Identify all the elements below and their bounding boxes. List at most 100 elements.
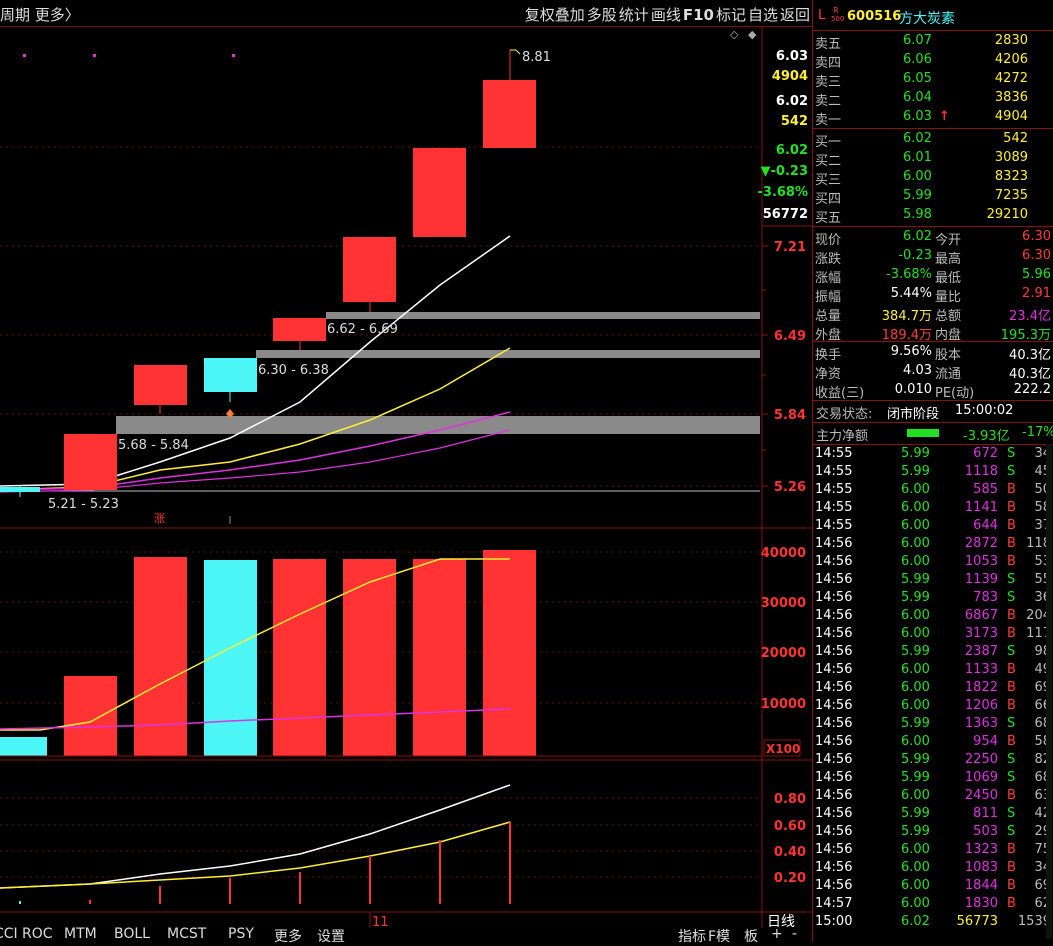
tab-psy[interactable]: PSY bbox=[228, 926, 254, 942]
rise-marker: 涨 bbox=[154, 512, 165, 525]
tick-time: 14:56 bbox=[815, 716, 853, 731]
volume-bar-2 bbox=[64, 676, 117, 756]
quote-value: 6.02 bbox=[903, 229, 932, 244]
corner-diamond-icon[interactable]: ◇ bbox=[730, 28, 739, 41]
toolbar-back-button[interactable]: 返回 bbox=[780, 6, 810, 24]
indicator-button[interactable]: 指标 bbox=[678, 926, 706, 946]
ask-row[interactable]: 卖四 6.06 4206 bbox=[813, 51, 1053, 71]
tab-boll[interactable]: BOLL bbox=[114, 926, 150, 942]
tick-volume: 1323 bbox=[964, 842, 998, 857]
main-flow-bar bbox=[907, 429, 939, 437]
tick-row: 14:56 6.00 1323 B 75 bbox=[813, 842, 1053, 860]
ask-label: 卖三 bbox=[815, 75, 842, 90]
toolbar-mark-button[interactable]: 标记 bbox=[716, 6, 746, 24]
quote-label: 量比 bbox=[935, 290, 962, 305]
toolbar-multi-button[interactable]: 多股 bbox=[587, 6, 617, 24]
template-button[interactable]: F模 bbox=[708, 926, 730, 946]
tick-time: 14:56 bbox=[815, 806, 853, 821]
tick-side: B bbox=[1007, 788, 1016, 803]
bid-row[interactable]: 买四 5.99 7235 bbox=[813, 187, 1053, 207]
quote-value: 2.91 bbox=[1022, 286, 1051, 301]
main-flow-value: -3.93亿 bbox=[963, 429, 1010, 444]
quote-label: 最低 bbox=[935, 271, 962, 286]
tick-scrollbar[interactable] bbox=[1046, 444, 1052, 939]
fundamental-value: 9.56% bbox=[890, 344, 932, 359]
ask-row[interactable]: 卖五 6.07 2830 bbox=[813, 32, 1053, 52]
tick-side: S bbox=[1007, 716, 1016, 731]
divider bbox=[813, 422, 1053, 423]
bid-row[interactable]: 买二 6.01 3089 bbox=[813, 149, 1053, 169]
toolbar-f10-button[interactable]: F10 bbox=[683, 6, 714, 24]
tab-roc[interactable]: ROC bbox=[22, 926, 53, 942]
board-button[interactable]: 板 bbox=[744, 926, 758, 946]
period-more-button[interactable]: 周期 更多〉 bbox=[0, 4, 80, 25]
volume-axis-label: 40000 bbox=[761, 546, 806, 561]
tab-settings[interactable]: 设置 bbox=[317, 926, 345, 946]
tick-row: 14:56 6.00 2872 B 118 bbox=[813, 536, 1053, 554]
toolbar-watchlist-button[interactable]: 自选 bbox=[748, 6, 778, 24]
bid-row[interactable]: 买三 6.00 8323 bbox=[813, 168, 1053, 188]
tick-time: 14:55 bbox=[815, 518, 853, 533]
tick-price: 6.00 bbox=[901, 662, 930, 677]
candle-8 bbox=[483, 80, 536, 148]
quote-value: 23.4亿 bbox=[1009, 309, 1051, 324]
quote-row: 涨跌 -0.23 最高 6.30 bbox=[813, 247, 1053, 267]
indicator-axis-label: 0.60 bbox=[774, 819, 806, 834]
ask-row[interactable]: 卖三 6.05 4272 bbox=[813, 70, 1053, 90]
fundamental-label: 股本 bbox=[935, 348, 962, 363]
ask-label: 卖二 bbox=[815, 94, 842, 109]
kline-chart[interactable]: ◇ ◆ 8.81 5.21 - 5.23 5.68 - 5.84 6.30 - … bbox=[0, 27, 812, 942]
ask-volume: 4206 bbox=[994, 52, 1028, 67]
divider bbox=[813, 400, 1053, 401]
tick-row: 14:56 6.00 1053 B 53 bbox=[813, 554, 1053, 572]
tick-volume: 6867 bbox=[964, 608, 998, 623]
tab-mtm[interactable]: MTM bbox=[64, 926, 97, 942]
bid-price: 6.00 bbox=[903, 169, 932, 184]
bid-volume: 3089 bbox=[994, 150, 1028, 165]
tick-volume: 811 bbox=[973, 806, 998, 821]
tab-cci[interactable]: CCI bbox=[0, 926, 18, 942]
tick-price: 6.00 bbox=[901, 554, 930, 569]
tick-side: B bbox=[1007, 842, 1016, 857]
ask-price: 6.05 bbox=[903, 71, 932, 86]
volume-bar-1 bbox=[0, 737, 47, 756]
toolbar-draw-button[interactable]: 画线 bbox=[651, 6, 681, 24]
ask-row[interactable]: 卖一 6.03 4904 ↑ bbox=[813, 108, 1053, 128]
toolbar-stats-button[interactable]: 统计 bbox=[619, 6, 649, 24]
indicator-axis-label: 0.20 bbox=[774, 871, 806, 886]
ask-volume: 3836 bbox=[994, 90, 1028, 105]
tick-row: 14:56 5.99 2387 S 98 bbox=[813, 644, 1053, 662]
tick-volume: 503 bbox=[973, 824, 998, 839]
right-box-bid1: 6.02 bbox=[776, 94, 808, 109]
tick-row: 14:56 6.00 1083 B 34 bbox=[813, 860, 1053, 878]
tick-row: 14:55 6.00 1141 B 58 bbox=[813, 500, 1053, 518]
tick-side: S bbox=[1007, 446, 1016, 461]
tick-side: S bbox=[1007, 644, 1016, 659]
tick-time: 14:56 bbox=[815, 824, 853, 839]
tick-row: 15:00 6.02 56773 1539 bbox=[813, 914, 1053, 932]
zoom-in-button[interactable]: + bbox=[771, 926, 783, 942]
tick-price: 5.99 bbox=[901, 770, 930, 785]
tab-more[interactable]: 更多 bbox=[274, 926, 302, 946]
right-box-price: 6.02 bbox=[776, 143, 808, 158]
ask-row[interactable]: 卖二 6.04 3836 bbox=[813, 89, 1053, 109]
bid-row[interactable]: 买一 6.02 542 bbox=[813, 130, 1053, 150]
tab-mcst[interactable]: MCST bbox=[167, 926, 206, 942]
tick-row: 14:56 6.00 954 B 58 bbox=[813, 734, 1053, 752]
corner-dot-icon[interactable]: ◆ bbox=[748, 28, 757, 41]
tick-row: 14:56 6.00 1206 B 66 bbox=[813, 698, 1053, 716]
r-badge: R bbox=[833, 6, 839, 15]
zoom-out-button[interactable]: - bbox=[792, 926, 797, 942]
candle-1 bbox=[0, 487, 40, 492]
tick-price: 5.99 bbox=[901, 572, 930, 587]
tick-side: B bbox=[1007, 500, 1016, 515]
quote-label: 振幅 bbox=[815, 290, 842, 305]
tick-side: B bbox=[1007, 860, 1016, 875]
fundamental-label: 流通 bbox=[935, 367, 962, 382]
quote-value: -0.23 bbox=[898, 248, 932, 263]
toolbar-fuquan-button[interactable]: 复权叠加 bbox=[525, 6, 585, 24]
tick-side: B bbox=[1007, 734, 1016, 749]
tick-row: 14:56 5.99 2250 S 82 bbox=[813, 752, 1053, 770]
bid-row[interactable]: 买五 5.98 29210 bbox=[813, 206, 1053, 226]
ask-label: 卖一 bbox=[815, 113, 842, 128]
